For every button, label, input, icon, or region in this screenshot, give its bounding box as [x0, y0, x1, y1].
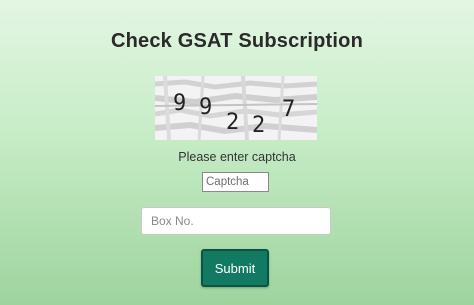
captcha-image: 9 9 2 2 7	[155, 76, 317, 140]
captcha-char: 9	[199, 95, 212, 120]
captcha-char: 7	[282, 97, 295, 122]
captcha-char: 2	[226, 110, 239, 135]
captcha-input[interactable]	[202, 172, 269, 192]
submit-button[interactable]: Submit	[201, 249, 269, 287]
captcha-char: 9	[173, 91, 186, 116]
box-number-input[interactable]	[141, 207, 331, 235]
captcha-char: 2	[252, 113, 265, 138]
page-title: Check GSAT Subscription	[110, 30, 364, 52]
captcha-prompt: Please enter captcha	[178, 150, 296, 164]
captcha-graphic: 9 9 2 2 7	[155, 76, 317, 140]
